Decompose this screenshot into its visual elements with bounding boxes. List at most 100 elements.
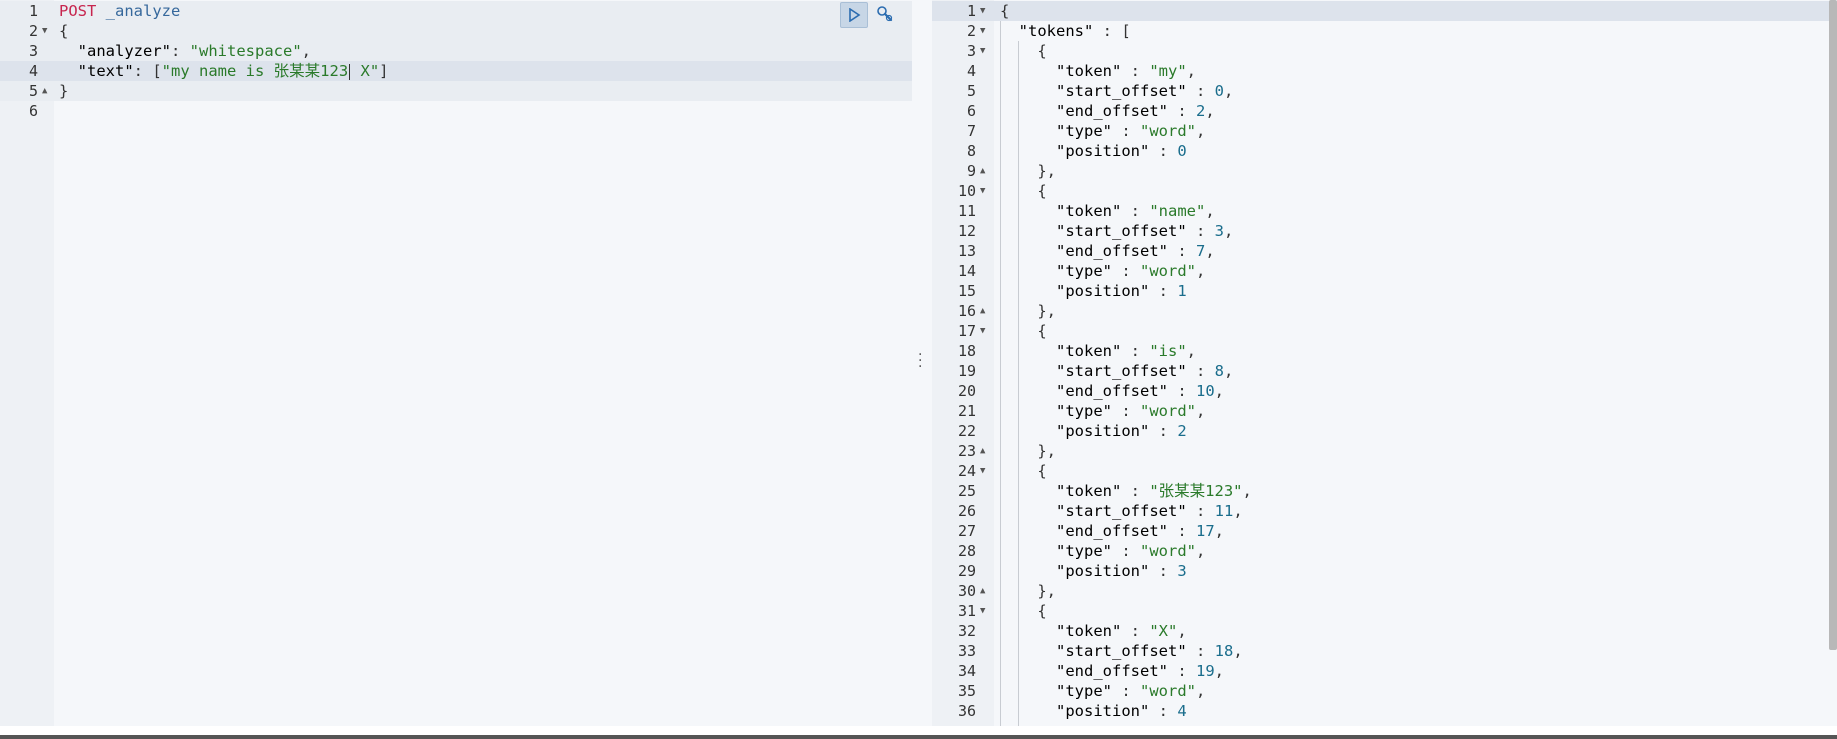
fold-down-icon[interactable]: ▼	[980, 41, 985, 61]
line-number: 36	[957, 702, 976, 720]
end-offset-key: "end_offset"	[1056, 662, 1168, 680]
start-offset-key: "start_offset"	[1056, 642, 1187, 660]
tokens-key: "tokens"	[1018, 22, 1094, 40]
pane-resizer[interactable]: · · ·	[912, 0, 932, 726]
fold-down-icon[interactable]: ▼	[980, 321, 985, 341]
end-offset-value: 19	[1195, 662, 1215, 680]
line-number: 31	[957, 602, 976, 620]
response-line: 14 "type" : "word",	[932, 261, 1837, 281]
line-number: 26	[957, 502, 976, 520]
line-number: 27	[957, 522, 976, 540]
line-number: 8	[966, 142, 976, 160]
fold-down-icon[interactable]: ▼	[980, 461, 985, 481]
line-number: 18	[957, 342, 976, 360]
line-number: 20	[957, 382, 976, 400]
line-number: 28	[957, 542, 976, 560]
response-line: 3 ▼ {	[932, 41, 1837, 61]
text-value-start: "my name is 张某某123	[161, 62, 349, 80]
end-offset-value: 7	[1195, 242, 1206, 260]
response-line: 10 ▼ {	[932, 181, 1837, 201]
line-number: 3	[28, 42, 38, 60]
fold-up-icon[interactable]: ▲	[980, 441, 985, 461]
line-number: 1	[28, 2, 38, 20]
response-line: 12 "start_offset" : 3,	[932, 221, 1837, 241]
response-line: 5 "start_offset" : 0,	[932, 81, 1837, 101]
fold-down-icon[interactable]: ▼	[980, 1, 985, 21]
line-number: 17	[957, 322, 976, 340]
type-value: "word"	[1140, 122, 1196, 140]
start-offset-key: "start_offset"	[1056, 502, 1187, 520]
request-line-4[interactable]: 4 "text": ["my name is 张某某123 X"]	[0, 61, 912, 81]
fold-down-icon[interactable]: ▼	[42, 21, 47, 41]
run-request-button[interactable]	[840, 2, 868, 28]
line-number: 1	[966, 2, 976, 20]
response-line: 23 ▲ },	[932, 441, 1837, 461]
settings-button[interactable]	[872, 2, 898, 26]
line-number: 13	[957, 242, 976, 260]
line-number: 12	[957, 222, 976, 240]
response-line: 9 ▲ },	[932, 161, 1837, 181]
open-brace: {	[59, 22, 69, 40]
token-value: "is"	[1149, 342, 1187, 360]
response-line: 30 ▲ },	[932, 581, 1837, 601]
request-line-6[interactable]: 6	[0, 101, 912, 121]
line-number: 30	[957, 582, 976, 600]
request-editor[interactable]: 1 POST _analyze 2 ▼ { 3 "analyzer": "whi…	[0, 0, 912, 726]
response-line: 34 "end_offset" : 19,	[932, 661, 1837, 681]
fold-up-icon[interactable]: ▲	[42, 81, 47, 101]
response-line: 13 "end_offset" : 7,	[932, 241, 1837, 261]
token-key: "token"	[1056, 62, 1122, 80]
position-key: "position"	[1056, 702, 1150, 720]
line-number: 29	[957, 562, 976, 580]
response-line: 1 ▼ {	[932, 1, 1837, 21]
request-line-5[interactable]: 5 ▲ }	[0, 81, 912, 101]
line-number: 5	[28, 82, 38, 100]
fold-up-icon[interactable]: ▲	[980, 161, 985, 181]
line-number: 11	[957, 202, 976, 220]
end-offset-value: 17	[1195, 522, 1215, 540]
line-number: 2	[28, 22, 38, 40]
vertical-scrollbar[interactable]	[1829, 0, 1837, 650]
response-line: 32 "token" : "X",	[932, 621, 1837, 641]
drag-handle-icon[interactable]: · · ·	[918, 348, 922, 374]
response-line: 36 "position" : 4	[932, 701, 1837, 721]
request-line-1[interactable]: 1 POST _analyze	[0, 1, 912, 21]
position-key: "position"	[1056, 142, 1150, 160]
request-line-2[interactable]: 2 ▼ {	[0, 21, 912, 41]
line-number: 4	[966, 62, 976, 80]
fold-down-icon[interactable]: ▼	[980, 21, 985, 41]
endpoint: _analyze	[105, 2, 181, 20]
type-value: "word"	[1140, 262, 1196, 280]
type-key: "type"	[1056, 682, 1112, 700]
response-line: 31 ▼ {	[932, 601, 1837, 621]
start-offset-key: "start_offset"	[1056, 222, 1187, 240]
fold-up-icon[interactable]: ▲	[980, 581, 985, 601]
line-number: 4	[28, 62, 38, 80]
fold-down-icon[interactable]: ▼	[980, 601, 985, 621]
type-value: "word"	[1140, 682, 1196, 700]
type-value: "word"	[1140, 542, 1196, 560]
line-number: 14	[957, 262, 976, 280]
type-key: "type"	[1056, 542, 1112, 560]
play-icon	[849, 8, 861, 22]
type-key: "type"	[1056, 262, 1112, 280]
position-value: 2	[1177, 422, 1187, 440]
position-value: 0	[1177, 142, 1187, 160]
line-number: 6	[28, 102, 38, 120]
start-offset-value: 11	[1214, 502, 1234, 520]
start-offset-key: "start_offset"	[1056, 362, 1187, 380]
fold-up-icon[interactable]: ▲	[980, 301, 985, 321]
wrench-icon	[877, 6, 893, 22]
position-key: "position"	[1056, 422, 1150, 440]
response-line: 17 ▼ {	[932, 321, 1837, 341]
response-line: 26 "start_offset" : 11,	[932, 501, 1837, 521]
start-offset-value: 8	[1214, 362, 1224, 380]
request-line-3[interactable]: 3 "analyzer": "whitespace",	[0, 41, 912, 61]
analyzer-value: "whitespace"	[189, 42, 302, 60]
response-line: 35 "type" : "word",	[932, 681, 1837, 701]
end-offset-key: "end_offset"	[1056, 382, 1168, 400]
response-viewer[interactable]: 1 ▼ { 2 ▼ "tokens" : [ 3 ▼ {4 "token" : "…	[932, 0, 1837, 726]
start-offset-key: "start_offset"	[1056, 82, 1187, 100]
position-key: "position"	[1056, 562, 1150, 580]
fold-down-icon[interactable]: ▼	[980, 181, 985, 201]
